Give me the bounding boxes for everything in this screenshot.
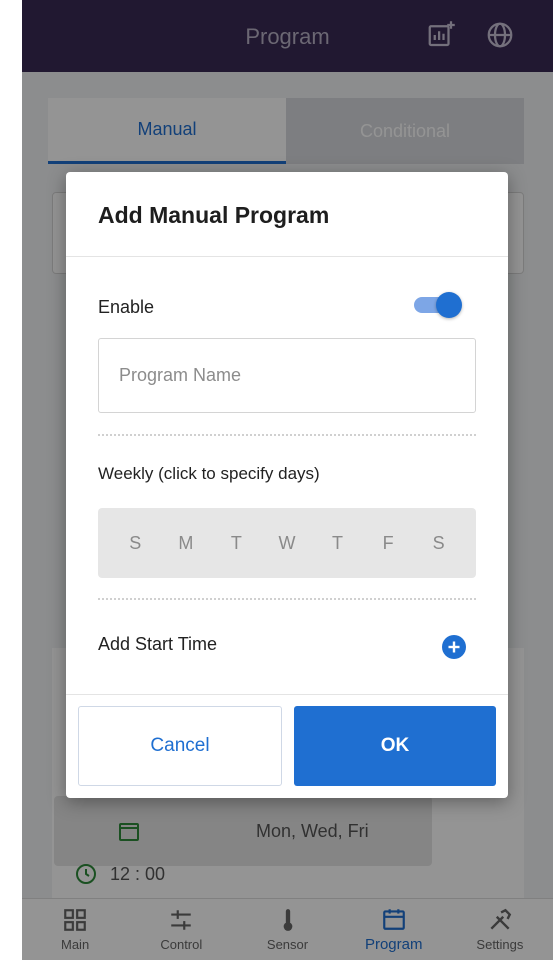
day-monday[interactable]: M: [172, 533, 200, 554]
day-wednesday[interactable]: W: [273, 533, 301, 554]
add-start-time-label: Add Start Time: [98, 634, 218, 654]
divider: [66, 694, 508, 695]
toggle-thumb: [436, 292, 462, 318]
weekday-selector: S M T W T F S: [98, 508, 476, 578]
add-start-time-button[interactable]: [442, 635, 466, 659]
ok-button[interactable]: OK: [294, 706, 496, 786]
program-name-input[interactable]: [98, 338, 476, 413]
enable-label: Enable: [98, 297, 155, 317]
enable-toggle[interactable]: [412, 292, 464, 318]
day-friday[interactable]: F: [374, 533, 402, 554]
app-screen: Program Manual Conditional Mon, Wed, Fri: [22, 0, 553, 960]
weekly-label: Weekly (click to specify days): [98, 464, 320, 483]
divider: [98, 434, 476, 436]
add-program-dialog: Add Manual Program Enable Weekly (click …: [66, 172, 508, 798]
day-thursday[interactable]: T: [324, 533, 352, 554]
dialog-title: Add Manual Program: [98, 202, 330, 228]
day-sunday[interactable]: S: [121, 533, 149, 554]
divider: [98, 598, 476, 600]
cancel-button[interactable]: Cancel: [78, 706, 282, 786]
day-tuesday[interactable]: T: [222, 533, 250, 554]
day-saturday[interactable]: S: [425, 533, 453, 554]
divider: [66, 256, 508, 257]
plus-icon: [448, 641, 460, 653]
